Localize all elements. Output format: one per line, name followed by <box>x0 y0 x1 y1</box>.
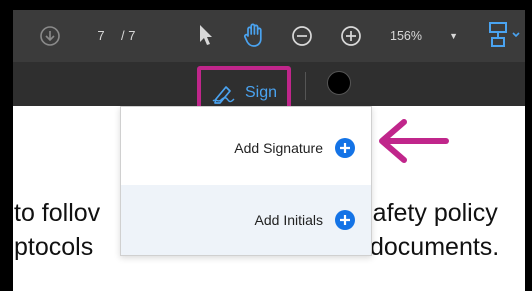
page-display-icon[interactable] <box>486 20 524 50</box>
add-initials-label: Add Initials <box>254 212 323 228</box>
doc-text-line1-right: Safety policy <box>356 199 498 227</box>
add-signature-label: Add Signature <box>234 140 323 156</box>
plus-circle-icon <box>335 210 355 230</box>
select-cursor-icon[interactable] <box>195 22 217 48</box>
hand-tool-icon[interactable] <box>240 21 268 49</box>
add-initials-item[interactable]: Add Initials <box>121 185 371 255</box>
zoom-select[interactable]: 156% ▼ <box>384 23 464 49</box>
plus-circle-icon <box>335 138 355 158</box>
add-signature-item[interactable]: Add Signature <box>121 115 371 181</box>
zoom-in-icon[interactable] <box>339 24 363 48</box>
sign-dropdown-menu: Add Signature Add Initials <box>120 106 372 256</box>
doc-text-line1-left: to follov <box>14 199 101 227</box>
sign-button-label: Sign <box>244 84 278 101</box>
annotation-arrow-icon <box>374 116 450 171</box>
page-number-input[interactable]: 7 <box>87 23 115 47</box>
caret-down-icon: ▼ <box>449 31 458 41</box>
pen-sign-icon <box>212 86 235 104</box>
download-icon[interactable] <box>38 24 62 48</box>
doc-text-line2-left: ptocols <box>14 233 94 261</box>
zoom-out-icon[interactable] <box>290 24 314 48</box>
color-picker[interactable] <box>327 71 351 95</box>
doc-text-line2-right: documents. <box>370 233 500 261</box>
page-count: / 7 <box>121 27 136 43</box>
zoom-value: 156% <box>390 29 422 43</box>
toolbar-divider <box>305 72 306 100</box>
